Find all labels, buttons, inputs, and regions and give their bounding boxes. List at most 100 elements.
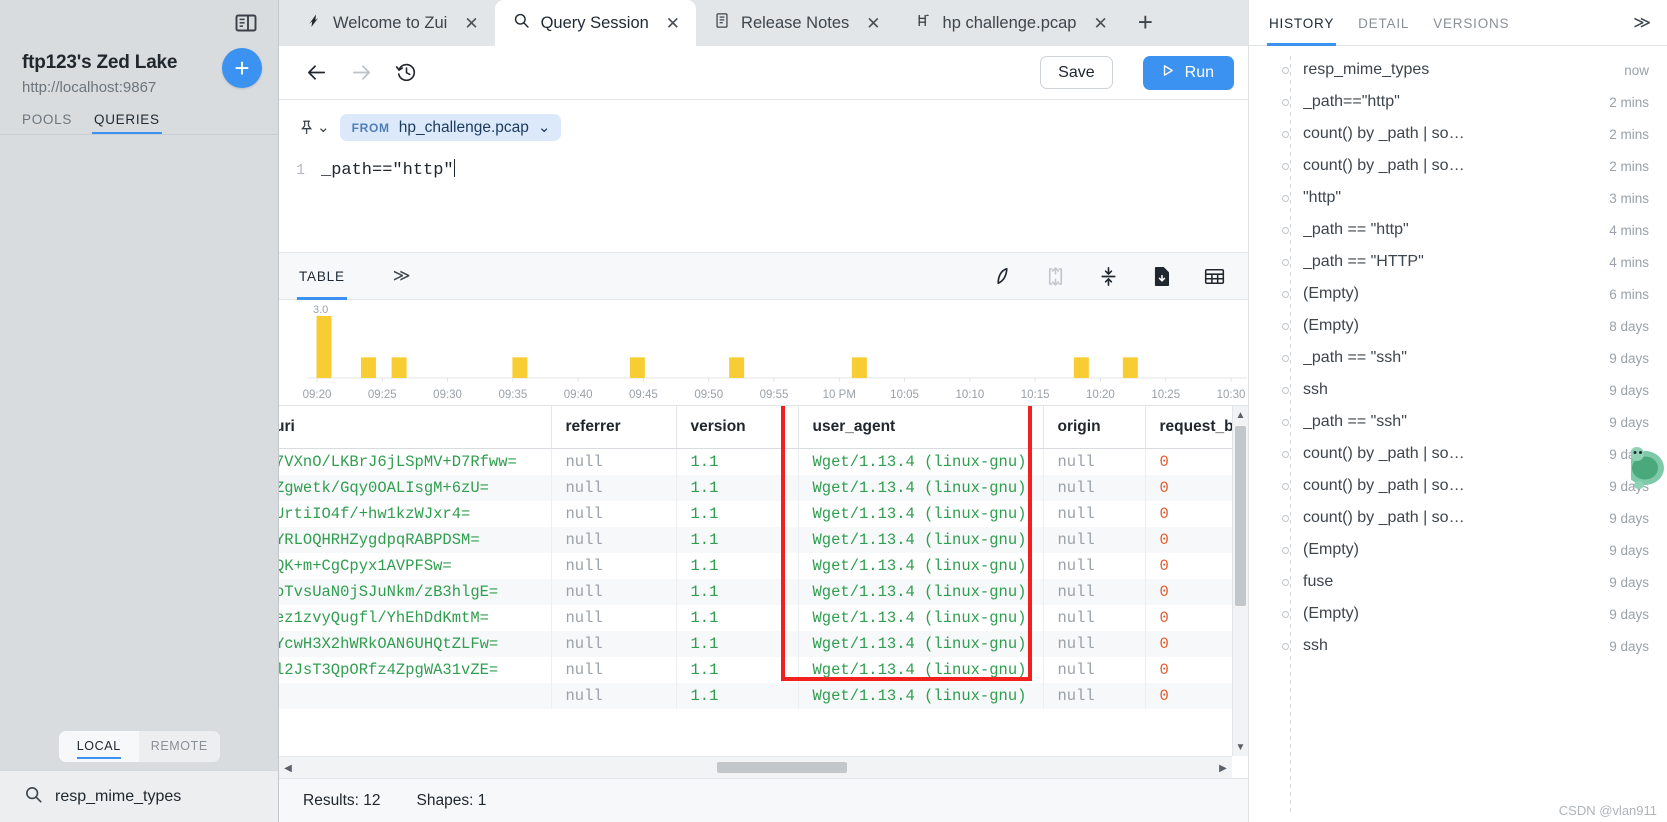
history-item[interactable]: _path=="http" 2 mins [1249, 86, 1667, 118]
table-row[interactable]: YRLOQHRHZygdpqRABPDSM= null 1.1 Wget/1.13.4… [279, 527, 1248, 553]
cell-user-agent[interactable]: Wget/1.13.4 (linux-gnu) [798, 631, 1044, 657]
column-header-uri[interactable]: uri [279, 406, 552, 449]
cell-user-agent[interactable]: Wget/1.13.4 (linux-gnu) [798, 527, 1044, 553]
sidebar-tab-queries[interactable]: QUERIES [92, 112, 162, 134]
history-item[interactable]: fuse 9 days [1249, 566, 1667, 598]
history-item[interactable]: (Empty) 8 days [1249, 310, 1667, 342]
cell-referrer[interactable]: null [551, 605, 677, 631]
cell-referrer[interactable]: null [551, 527, 677, 553]
history-item[interactable]: count() by _path | so… 2 mins [1249, 150, 1667, 182]
history-item[interactable]: ssh 9 days [1249, 374, 1667, 406]
table-row[interactable]: YcwH3X2hWRkOAN6UHQtZLFw= null 1.1 Wget/1.13… [279, 631, 1248, 657]
history-item[interactable]: _path == "ssh" 9 days [1249, 342, 1667, 374]
cell-uri[interactable]: oTvsUaN0jSJuNkm/zB3hlgE= [279, 579, 552, 605]
table-row[interactable]: 7VXnO/LKBrJ6jLSpMV+D7Rfww= null 1.1 Wget/1.… [279, 448, 1248, 475]
cell-origin[interactable]: null [1043, 527, 1146, 553]
scroll-left-button[interactable]: ◀ [279, 757, 297, 778]
add-pool-button[interactable]: + [222, 48, 262, 88]
horizontal-scroll-thumb[interactable] [717, 762, 847, 773]
scroll-right-button[interactable]: ▶ [1214, 757, 1232, 778]
cell-user-agent[interactable]: Wget/1.13.4 (linux-gnu) [798, 448, 1044, 475]
cell-referrer[interactable]: null [551, 475, 677, 501]
cell-version[interactable]: 1.1 [676, 605, 799, 631]
cell-uri[interactable]: Zgwetk/Gqy0OALIsgM+6zU= [279, 475, 552, 501]
close-icon[interactable]: ✕ [666, 15, 680, 32]
cell-origin[interactable]: null [1043, 553, 1146, 579]
history-item[interactable]: resp_mime_types now [1249, 54, 1667, 86]
cell-origin[interactable]: null [1043, 579, 1146, 605]
pin-chevron-icon[interactable]: ⌄ [317, 120, 330, 135]
cell-user-agent[interactable]: Wget/1.13.4 (linux-gnu) [798, 579, 1044, 605]
cell-origin[interactable]: null [1043, 501, 1146, 527]
close-icon[interactable]: ✕ [464, 15, 478, 32]
column-header-origin[interactable]: origin [1043, 406, 1146, 449]
new-tab-button[interactable]: + [1124, 0, 1167, 46]
vertical-scroll-thumb[interactable] [1235, 426, 1246, 606]
horizontal-scrollbar[interactable]: ◀ ▶ [279, 756, 1232, 778]
column-header-referrer[interactable]: referrer [551, 406, 677, 449]
run-button[interactable]: Run [1142, 55, 1234, 90]
tab-query-session[interactable]: Query Session ✕ [494, 0, 697, 46]
cell-user-agent[interactable]: Wget/1.13.4 (linux-gnu) [798, 683, 1044, 709]
table-row[interactable]: ez1zvyQugfl/YhEhDdKmtM= null 1.1 Wget/1.13.… [279, 605, 1248, 631]
cell-user-agent[interactable]: Wget/1.13.4 (linux-gnu) [798, 553, 1044, 579]
cell-referrer[interactable]: null [551, 553, 677, 579]
cell-referrer[interactable]: null [551, 657, 677, 683]
table-row[interactable]: l2JsT3QpORfz4ZpgWA31vZE= null 1.1 Wget/1.13… [279, 657, 1248, 683]
history-item[interactable]: count() by _path | so… 2 mins [1249, 118, 1667, 150]
cell-origin[interactable]: null [1043, 657, 1146, 683]
cell-uri[interactable]: YRLOQHRHZygdpqRABPDSM= [279, 527, 552, 553]
cell-origin[interactable]: null [1043, 475, 1146, 501]
table-row[interactable]: null 1.1 Wget/1.13.4 (linux-gnu) null 0 [279, 683, 1248, 709]
cell-uri[interactable]: l2JsT3QpORfz4ZpgWA31vZE= [279, 657, 552, 683]
history-item[interactable]: ssh 9 days [1249, 630, 1667, 662]
cell-version[interactable]: 1.1 [676, 631, 799, 657]
tab-hp-challenge-pcap[interactable]: hp challenge.pcap ✕ [897, 0, 1124, 46]
cell-uri[interactable]: ez1zvyQugfl/YhEhDdKmtM= [279, 605, 552, 631]
expand-arrows-icon[interactable] [1044, 265, 1067, 288]
table-row[interactable]: Zgwetk/Gqy0OALIsgM+6zU= null 1.1 Wget/1.13.… [279, 475, 1248, 501]
vertical-scrollbar[interactable]: ▲ ▼ [1232, 406, 1248, 756]
table-row[interactable]: oTvsUaN0jSJuNkm/zB3hlgE= null 1.1 Wget/1.13… [279, 579, 1248, 605]
sidebar-tab-pools[interactable]: POOLS [22, 112, 72, 134]
history-item[interactable]: "http" 3 mins [1249, 182, 1667, 214]
cell-uri[interactable]: UrtiIO4f/+hw1kzWJxr4= [279, 501, 552, 527]
view-more-chevron-icon[interactable]: ≫ [393, 266, 411, 286]
cell-origin[interactable]: null [1043, 683, 1146, 709]
tab-history[interactable]: HISTORY [1266, 0, 1337, 46]
save-button[interactable]: Save [1040, 56, 1113, 89]
close-icon[interactable]: ✕ [1093, 15, 1107, 32]
tab-release-notes[interactable]: Release Notes ✕ [696, 0, 896, 46]
cell-uri[interactable] [279, 683, 552, 709]
arrow-left-icon[interactable] [305, 61, 328, 84]
cell-referrer[interactable]: null [551, 683, 677, 709]
cell-version[interactable]: 1.1 [676, 553, 799, 579]
cell-uri[interactable]: YcwH3X2hWRkOAN6UHQtZLFw= [279, 631, 552, 657]
column-header-version[interactable]: version [676, 406, 799, 449]
history-item[interactable]: _path == "http" 4 mins [1249, 214, 1667, 246]
clock-history-icon[interactable] [395, 61, 418, 84]
table-grid-icon[interactable] [1203, 265, 1226, 288]
cell-referrer[interactable]: null [551, 448, 677, 475]
history-item[interactable]: count() by _path | so… 9 days [1249, 502, 1667, 534]
time-histogram[interactable]: 3.0 09:20 09:25 09:30 09:35 09:40 09:45 09:50 09… [279, 300, 1248, 405]
sidebar-search-input[interactable]: resp_mime_types [55, 788, 181, 806]
cell-user-agent[interactable]: Wget/1.13.4 (linux-gnu) [798, 501, 1044, 527]
panel-layout-icon[interactable] [234, 11, 258, 35]
cell-referrer[interactable]: null [551, 501, 677, 527]
cell-version[interactable]: 1.1 [676, 475, 799, 501]
cell-version[interactable]: 1.1 [676, 448, 799, 475]
cell-referrer[interactable]: null [551, 631, 677, 657]
right-panel-more-chevron-icon[interactable]: ≫ [1633, 13, 1651, 33]
query-text[interactable]: _path=="http" [321, 159, 456, 180]
history-item[interactable]: _path == "HTTP" 4 mins [1249, 246, 1667, 278]
cell-referrer[interactable]: null [551, 579, 677, 605]
wireshark-fin-icon[interactable] [991, 265, 1014, 288]
collapse-arrows-icon[interactable] [1097, 265, 1120, 288]
cell-origin[interactable]: null [1043, 448, 1146, 475]
close-icon[interactable]: ✕ [866, 15, 880, 32]
cell-version[interactable]: 1.1 [676, 579, 799, 605]
download-file-icon[interactable] [1150, 265, 1173, 288]
history-item[interactable]: _path == "ssh" 9 days [1249, 406, 1667, 438]
cell-user-agent[interactable]: Wget/1.13.4 (linux-gnu) [798, 475, 1044, 501]
